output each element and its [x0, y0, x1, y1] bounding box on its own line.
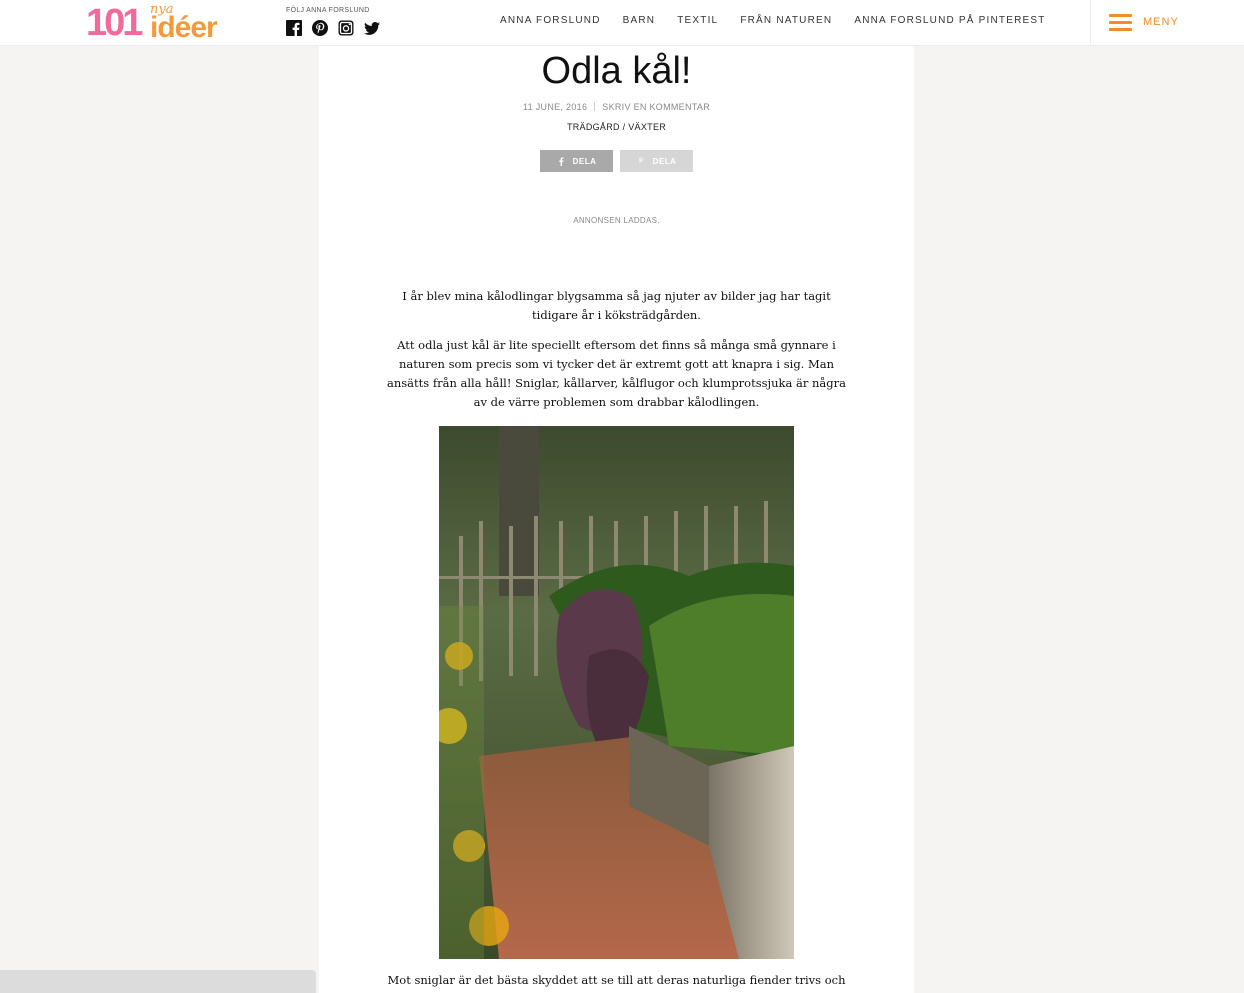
- social-follow: FÖLJ ANNA FORSLUND: [286, 6, 380, 36]
- article-paragraph: I år blev mina kålodlingar blygsamma så …: [402, 289, 831, 322]
- main-nav: ANNA FORSLUND BARN TEXTIL FRÅN NATUREN A…: [500, 15, 1046, 26]
- meta-divider: [594, 102, 596, 111]
- article: Odla kål! 11 JUNE, 2016 SKRIV EN KOMMENTA…: [319, 46, 914, 993]
- site-logo[interactable]: 101 nya idéer: [86, 2, 236, 44]
- facebook-icon: [557, 156, 565, 166]
- share-pinterest-button[interactable]: DELA: [620, 150, 693, 172]
- category-link-vaxter[interactable]: VÄXTER: [628, 122, 666, 132]
- comment-link[interactable]: SKRIV EN KOMMENTAR: [602, 102, 710, 112]
- pinterest-icon[interactable]: [312, 20, 328, 36]
- post-categories: TRÄDGÅRD / VÄXTER: [319, 122, 914, 132]
- ad-notice: ANNONSEN LADDAS.: [573, 216, 660, 225]
- article-photo[interactable]: [439, 426, 794, 959]
- instagram-icon[interactable]: [338, 20, 354, 36]
- page-title: Odla kål!: [541, 50, 692, 92]
- follow-label: FÖLJ ANNA FORSLUND: [286, 7, 370, 14]
- category-link-tradgard[interactable]: TRÄDGÅRD: [567, 122, 620, 132]
- social-links: [286, 20, 380, 36]
- nav-item-textil[interactable]: TEXTIL: [677, 15, 718, 26]
- nav-item-anna-forslund[interactable]: ANNA FORSLUND: [500, 15, 601, 26]
- nav-item-barn[interactable]: BARN: [623, 15, 656, 26]
- logo-word: idéer: [150, 11, 218, 44]
- share-facebook-label: DELA: [572, 156, 597, 166]
- post-meta: 11 JUNE, 2016 SKRIV EN KOMMENTAR: [319, 102, 914, 112]
- bottom-ad-bar: [0, 970, 316, 993]
- logo-number: 101: [86, 2, 143, 44]
- hamburger-icon: [1109, 14, 1132, 32]
- nav-item-pinterest[interactable]: ANNA FORSLUND PÅ PINTEREST: [854, 15, 1045, 26]
- post-date: 11 JUNE, 2016: [522, 102, 588, 112]
- article-paragraph: Att odla just kål är lite speciellt efte…: [387, 338, 846, 409]
- facebook-icon[interactable]: [286, 20, 302, 36]
- menu-label: MENY: [1143, 16, 1179, 28]
- pinterest-icon: [637, 157, 645, 166]
- article-paragraph: Mot sniglar är det bästa skyddet att se …: [387, 973, 846, 993]
- category-separator: /: [619, 122, 629, 132]
- twitter-icon[interactable]: [364, 20, 380, 36]
- share-pinterest-label: DELA: [652, 156, 677, 166]
- menu-button[interactable]: MENY: [1090, 0, 1244, 46]
- share-facebook-button[interactable]: DELA: [540, 150, 613, 172]
- nav-item-fran-naturen[interactable]: FRÅN NATUREN: [740, 15, 832, 26]
- site-header: 101 nya idéer FÖLJ ANNA FORSLUND ANNA FO…: [0, 0, 1244, 46]
